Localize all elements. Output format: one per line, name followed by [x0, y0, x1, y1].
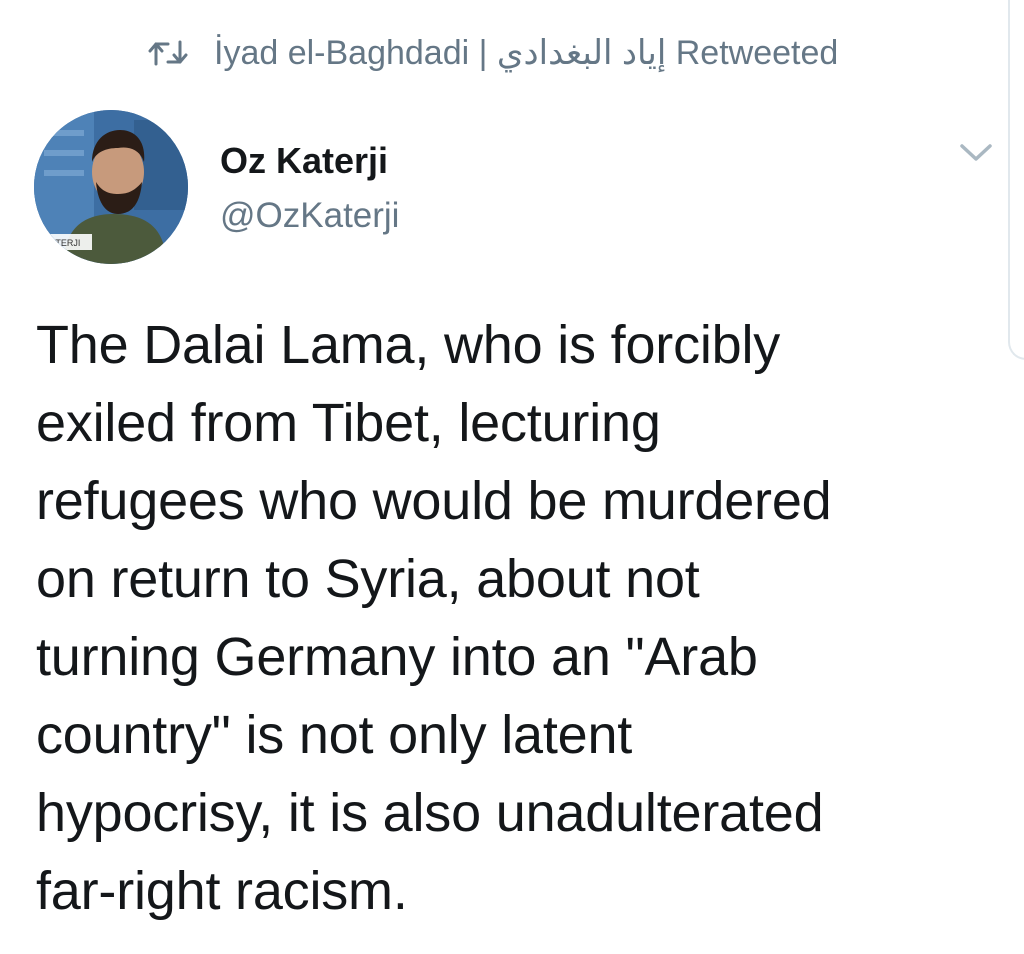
tweet-text-line: The Dalai Lama, who is forcibly: [36, 315, 781, 375]
tweet-text-line: on return to Syria, about not: [36, 549, 700, 609]
tweet-text-line: refugees who would be murdered: [36, 471, 832, 531]
author-display-name[interactable]: Oz Katerji: [220, 140, 388, 182]
retweet-banner: İyad el-Baghdadi | إياد البغدادي Retweet…: [148, 30, 838, 76]
avatar-caption: KATERJI: [44, 238, 80, 248]
tweet-card[interactable]: İyad el-Baghdadi | إياد البغدادي Retweet…: [0, 0, 1024, 954]
tweet-text-line: far-right racism.: [36, 861, 408, 921]
retweeted-label: Retweeted: [675, 33, 839, 72]
tweet-text-line: exiled from Tibet, lecturing: [36, 393, 661, 453]
author-handle[interactable]: @OzKaterji: [220, 196, 399, 236]
retweet-icon: [148, 38, 188, 68]
tweet-text-line: country" is not only latent: [36, 705, 633, 765]
avatar[interactable]: KATERJI: [34, 110, 188, 264]
tweet-text: The Dalai Lama, who is forcibly exiled f…: [36, 306, 1006, 930]
tweet-text-line: turning Germany into an "Arab: [36, 627, 758, 687]
scrollbar-track[interactable]: [1008, 0, 1024, 360]
tweet-text-line: hypocrisy, it is also unadulterated: [36, 783, 824, 843]
retweeter-name[interactable]: İyad el-Baghdadi | إياد البغدادي: [214, 33, 666, 73]
chevron-down-icon[interactable]: [958, 138, 994, 166]
